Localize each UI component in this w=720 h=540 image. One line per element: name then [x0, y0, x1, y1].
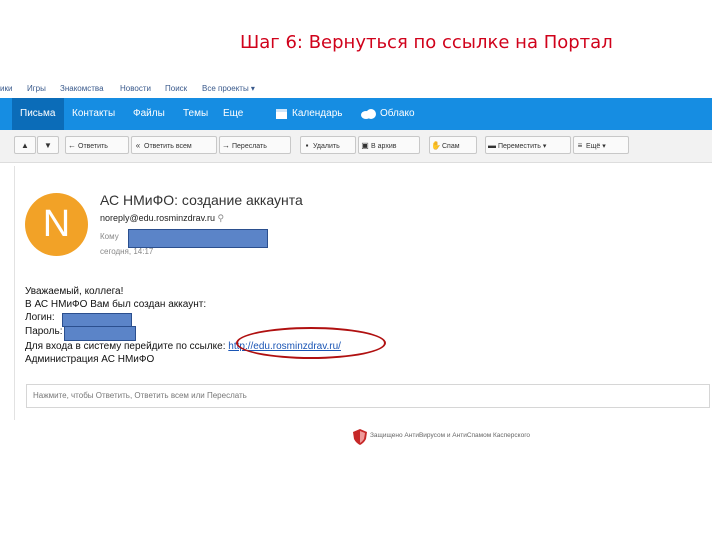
thumbs-down-icon: ✋ — [431, 141, 441, 150]
footer-protection-text: Защищено АнтиВирусом и АнтиСпамом Каспер… — [370, 432, 531, 439]
reply-all-icon: « — [135, 141, 141, 150]
kaspersky-shield-icon — [353, 429, 367, 445]
message-to-label: Кому — [100, 232, 119, 241]
quick-reply-box[interactable]: Нажмите, чтобы Ответить, Ответить всем и… — [26, 384, 710, 408]
password-label: Пароль: — [25, 326, 63, 337]
portal-link-games[interactable]: Игры — [27, 84, 46, 93]
prev-button[interactable]: ▲ — [14, 136, 36, 154]
link-highlight-ellipse — [236, 327, 386, 359]
cloud-icon — [361, 109, 376, 119]
menu-icon: ≡ — [577, 141, 583, 150]
portal-link-news[interactable]: Новости — [120, 84, 151, 93]
reply-all-button[interactable]: «Ответить всем — [131, 136, 217, 154]
spam-button[interactable]: ✋Спам — [429, 136, 477, 154]
message-toolbar: ▲ ▼ ← Ответить «Ответить всем → Переслать … — [0, 130, 712, 163]
calendar-icon — [276, 109, 287, 119]
nav-letters[interactable]: Письма — [20, 108, 55, 119]
message-subject: АС НМиФО: создание аккаунта — [100, 192, 303, 208]
chevron-down-icon: ▾ — [600, 143, 606, 150]
nav-calendar[interactable]: Календарь — [292, 108, 342, 119]
move-button[interactable]: ▬ Переместить ▾ — [485, 136, 571, 154]
login-label: Логин: — [25, 312, 55, 323]
forward-button[interactable]: → Переслать — [219, 136, 291, 154]
forward-icon: → — [222, 141, 230, 150]
nav-files[interactable]: Файлы — [133, 108, 165, 119]
mail-nav: Письма Контакты Файлы Темы Еще Календарь… — [0, 98, 712, 130]
archive-icon: ▣ — [361, 141, 369, 150]
nav-contacts[interactable]: Контакты — [72, 108, 115, 119]
reply-icon: ← — [68, 141, 76, 150]
folder-icon: ▬ — [488, 141, 496, 150]
message-signature: Администрация АС НМиФО — [25, 354, 155, 365]
chevron-down-icon: ▾ — [540, 143, 547, 150]
nav-cloud[interactable]: Облако — [380, 108, 415, 119]
reply-button[interactable]: ← Ответить — [65, 136, 129, 154]
message-line1: В АС НМиФО Вам был создан аккаунт: — [25, 299, 207, 310]
slide-title: Шаг 6: Вернуться по ссылке на Портал — [240, 32, 613, 53]
redacted-login — [62, 313, 132, 327]
redacted-recipient — [128, 229, 268, 248]
delete-button[interactable]: ▪ Удалить — [300, 136, 356, 154]
portal-link-dating[interactable]: Знакомства — [60, 84, 104, 93]
message-greeting: Уважаемый, коллега! — [25, 286, 124, 297]
portal-links-bar: ики Игры Знакомства Новости Поиск Все пр… — [0, 80, 720, 98]
nav-themes[interactable]: Темы — [183, 108, 208, 119]
message-date: сегодня, 14:17 — [100, 247, 154, 256]
arrow-up-icon: ▲ — [21, 141, 29, 150]
sender-avatar: N — [25, 193, 88, 256]
nav-more[interactable]: Еще — [223, 108, 243, 119]
more-button[interactable]: ≡ Ещё ▾ — [573, 136, 629, 154]
arrow-down-icon: ▼ — [44, 141, 52, 150]
next-button[interactable]: ▼ — [37, 136, 59, 154]
portal-link-search[interactable]: Поиск — [165, 84, 187, 93]
portal-link[interactable]: ики — [0, 84, 12, 93]
redacted-password — [64, 326, 136, 341]
archive-button[interactable]: ▣ В архив — [358, 136, 420, 154]
search-icon: ⚲ — [217, 213, 225, 223]
portal-link-all-projects[interactable]: Все проекты ▾ — [202, 84, 255, 93]
trash-icon: ▪ — [305, 141, 309, 150]
message-from[interactable]: noreply@edu.rosminzdrav.ru ⚲ — [100, 213, 224, 224]
